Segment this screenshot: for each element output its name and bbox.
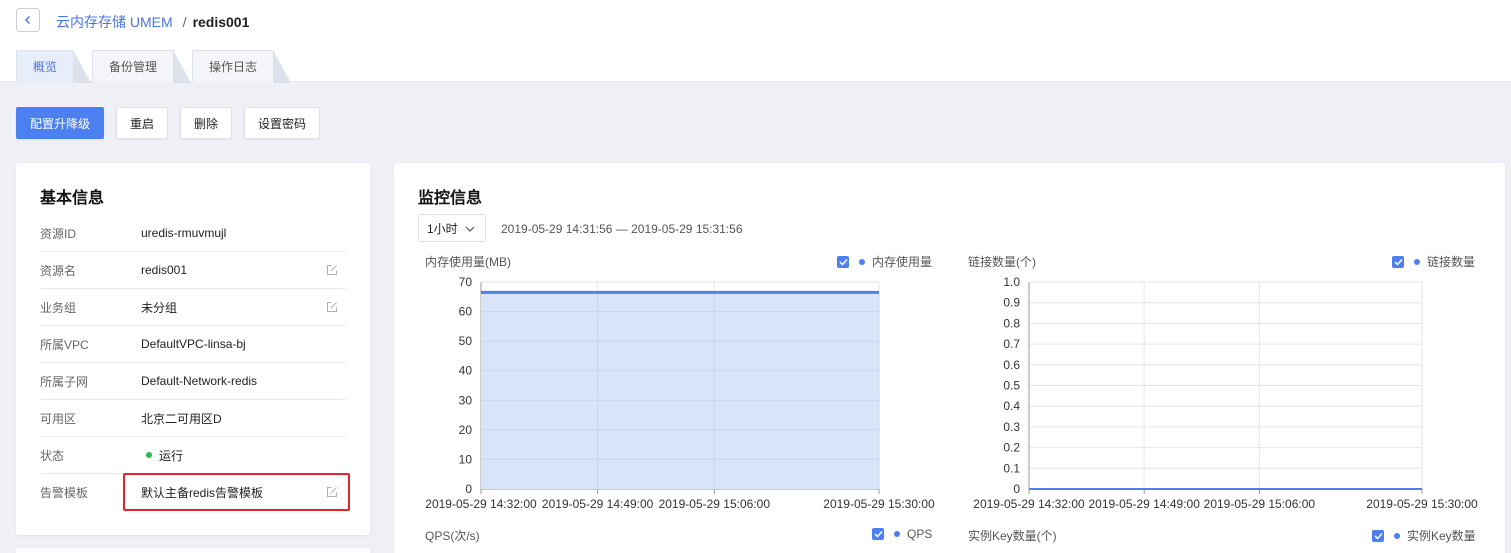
status-running-dot <box>146 452 152 458</box>
chart-connections-legend[interactable]: 链接数量 <box>1392 253 1475 270</box>
chart-memory-title: 内存使用量(MB) <box>425 255 511 269</box>
tab-bar: 概览 备份管理 操作日志 <box>16 50 292 83</box>
basic-info-title: 基本信息 <box>40 190 105 207</box>
status-text: 运行 <box>159 448 184 463</box>
info-label: 所属子网 <box>40 374 89 389</box>
tab-operation-log[interactable]: 操作日志 <box>192 50 292 83</box>
info-row-vpc: 所属VPC DefaultVPC-linsa-bj <box>40 326 346 363</box>
chevron-left-icon <box>25 16 30 24</box>
checkbox-icon[interactable] <box>872 528 884 540</box>
info-row-zone: 可用区 北京二可用区D <box>40 400 346 437</box>
chart-qps-title: QPS(次/s) <box>425 529 480 543</box>
legend-label: 链接数量 <box>1427 255 1476 269</box>
info-label: 业务组 <box>40 300 77 315</box>
breadcrumb-current: redis001 <box>192 14 250 30</box>
monitor-title: 监控信息 <box>418 190 483 207</box>
info-value: DefaultVPC-linsa-bj <box>141 337 246 351</box>
time-range-text: 2019-05-29 14:31:56 — 2019-05-29 15:31:5… <box>501 222 743 236</box>
restart-button[interactable]: 重启 <box>116 107 169 139</box>
top-bar: 云内存存储 UMEM / redis001 概览 备份管理 操作日志 <box>0 0 1511 83</box>
edit-icon[interactable] <box>326 264 338 276</box>
checkbox-icon[interactable] <box>1392 255 1404 268</box>
back-button[interactable] <box>16 8 40 32</box>
edit-icon[interactable] <box>326 301 338 313</box>
info-value: redis001 <box>141 263 188 277</box>
info-label: 状态 <box>40 448 65 463</box>
info-row-business-group: 业务组 未分组 <box>40 289 346 326</box>
status-value: 运行 <box>141 447 346 464</box>
action-toolbar: 配置升降级 重启 删除 设置密码 <box>16 107 321 139</box>
highlight-box <box>123 473 350 511</box>
info-row-resource-name: 资源名 redis001 <box>40 252 346 289</box>
checkbox-icon[interactable] <box>1372 529 1384 542</box>
chart-keys-legend[interactable]: 实例Key数量 <box>1372 527 1476 544</box>
chevron-down-icon <box>465 226 475 232</box>
legend-label: 实例Key数量 <box>1407 529 1476 543</box>
tab-backup-management[interactable]: 备份管理 <box>92 50 192 83</box>
info-value: 未分组 <box>141 300 178 315</box>
chart-qps-legend[interactable]: QPS <box>872 527 932 541</box>
legend-dot <box>859 258 865 265</box>
time-range-select-value: 1小时 <box>427 221 458 236</box>
monitor-card: 监控信息 1小时 2019-05-29 14:31:56 — 2019-05-2… <box>394 163 1505 553</box>
legend-dot <box>1394 532 1400 539</box>
legend-label: 内存使用量 <box>872 255 933 269</box>
legend-label: QPS <box>907 527 933 541</box>
info-row-resource-id: 资源ID uredis-rmuvmujl <box>40 215 346 252</box>
info-label: 所属VPC <box>40 337 89 352</box>
legend-dot <box>1414 258 1420 265</box>
breadcrumb-parent-link[interactable]: 云内存存储 UMEM <box>56 12 173 32</box>
basic-info-card: 基本信息 资源ID uredis-rmuvmujl 资源名 redis001 业… <box>16 163 370 535</box>
breadcrumb-separator: / <box>182 14 187 30</box>
breadcrumb: 云内存存储 UMEM / redis001 <box>56 12 249 32</box>
upgrade-config-button[interactable]: 配置升降级 <box>16 107 105 139</box>
checkbox-icon[interactable] <box>837 255 849 268</box>
delete-button[interactable]: 删除 <box>180 107 233 139</box>
info-row-subnet: 所属子网 Default-Network-redis <box>40 363 346 400</box>
chart-connections-title: 链接数量(个) <box>968 255 1036 269</box>
info-value: 北京二可用区D <box>141 411 222 426</box>
info-value: uredis-rmuvmujl <box>141 226 227 240</box>
legend-dot <box>894 531 900 537</box>
info-row-status: 状态 运行 <box>40 437 346 474</box>
secondary-card <box>16 548 370 553</box>
chart-memory-legend[interactable]: 内存使用量 <box>837 253 932 270</box>
info-value: Default-Network-redis <box>141 374 258 388</box>
chart-keys-title: 实例Key数量(个) <box>968 529 1057 543</box>
tab-overview[interactable]: 概览 <box>16 50 92 83</box>
info-label: 可用区 <box>40 411 77 426</box>
info-label: 资源ID <box>40 226 77 241</box>
set-password-button[interactable]: 设置密码 <box>244 107 321 139</box>
time-range-select[interactable]: 1小时 <box>418 214 486 242</box>
info-label: 资源名 <box>40 263 77 278</box>
